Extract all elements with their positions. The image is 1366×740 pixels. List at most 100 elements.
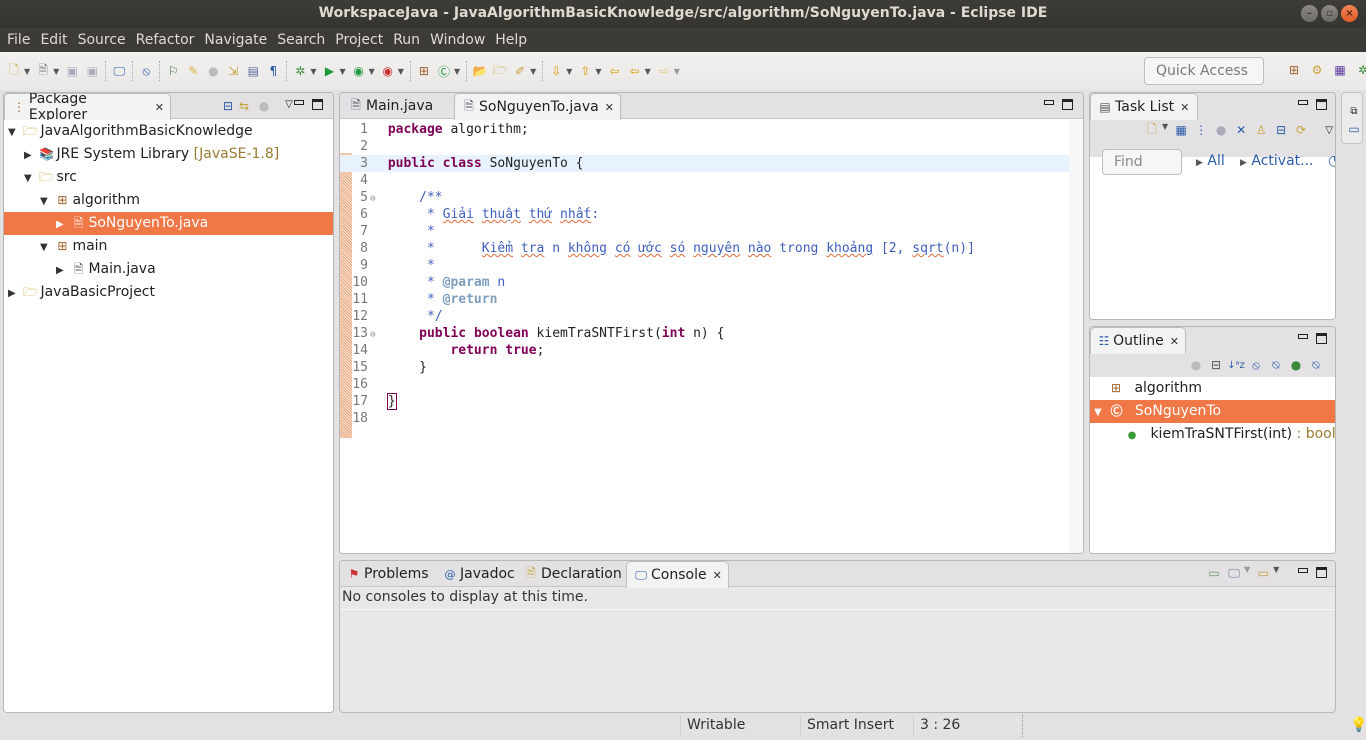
code-line[interactable]: 11 * @return xyxy=(340,291,1083,308)
next-annotation-dropdown-arrow[interactable]: ▼ xyxy=(566,67,572,76)
back-icon[interactable]: ⇦ xyxy=(627,63,643,79)
expand-arrow-icon[interactable]: ▼ xyxy=(8,121,18,144)
new-class-icon[interactable]: Ⓒ xyxy=(436,63,452,79)
tab-main-java[interactable]: 🗎 Main.java xyxy=(342,93,439,119)
categorized-icon[interactable]: ▦ xyxy=(1173,122,1189,138)
maximize-icon[interactable] xyxy=(1316,567,1327,578)
close-tab-icon[interactable]: ✕ xyxy=(605,101,614,114)
help-icon[interactable]: ◔ xyxy=(1328,153,1335,169)
maximize-icon[interactable] xyxy=(312,99,323,110)
synchronize-icon[interactable]: ⟳ xyxy=(1293,122,1309,138)
menu-refactor[interactable]: Refactor xyxy=(131,28,200,52)
collapse-all-icon[interactable]: ⊟ xyxy=(1273,122,1289,138)
tree-item-main-java[interactable]: ▶ 🗎 Main.java xyxy=(4,258,333,281)
java-perspective-icon[interactable]: ▦ xyxy=(1332,62,1348,78)
forward-icon[interactable]: ⇨ xyxy=(656,63,672,79)
view-menu-icon[interactable]: ▽ xyxy=(1332,357,1335,373)
outline-item-package[interactable]: ⊞ algorithm xyxy=(1090,377,1335,400)
maximize-window-button[interactable]: ▫ xyxy=(1321,5,1338,22)
tab-outline[interactable]: ☷ Outline ✕ xyxy=(1090,327,1186,354)
focus-icon[interactable]: ● xyxy=(1188,357,1204,373)
code-line[interactable]: 16 xyxy=(340,376,1083,393)
menu-file[interactable]: File xyxy=(2,28,35,52)
task-find-input[interactable]: Find xyxy=(1102,149,1182,175)
minimize-icon[interactable] xyxy=(1298,100,1308,105)
editor-area-icon[interactable]: ▭ xyxy=(1346,121,1362,137)
tip-lightbulb-icon[interactable]: 💡 xyxy=(1350,717,1366,733)
menu-search[interactable]: Search xyxy=(272,28,330,52)
code-line[interactable]: 3 public class SoNguyenTo { xyxy=(340,155,1083,172)
collapse-all-icon[interactable]: ⊟ xyxy=(220,98,236,114)
code-line[interactable]: 13 ⊖ public boolean kiemTraSNTFirst(int n… xyxy=(340,325,1083,342)
new-task-dropdown-arrow[interactable]: ▼ xyxy=(1162,122,1168,138)
tree-item-project[interactable]: ▼ 🗁 JavaAlgorithmBasicKnowledge xyxy=(4,120,333,143)
expand-arrow-icon[interactable]: ▼ xyxy=(24,167,34,190)
code-line[interactable]: 18 xyxy=(340,410,1083,427)
restore-icon[interactable]: ⧉ xyxy=(1346,103,1362,119)
code-editor[interactable]: 1 package algorithm; 2 3 public class SoN… xyxy=(340,120,1083,553)
save-icon[interactable]: ▣ xyxy=(64,63,80,79)
collapse-arrow-icon[interactable]: ▶ xyxy=(56,213,66,236)
new-task-icon[interactable]: 🗋 xyxy=(1144,122,1160,138)
code-line[interactable]: 14 return true; xyxy=(340,342,1083,359)
maximize-icon[interactable] xyxy=(1316,333,1327,344)
show-whitespace-icon[interactable]: ¶ xyxy=(265,63,281,79)
tree-item-package-algorithm[interactable]: ▼ ⊞ algorithm xyxy=(4,189,333,212)
external-tools-icon[interactable]: ◉ xyxy=(380,63,396,79)
previous-annotation-dropdown-arrow[interactable]: ▼ xyxy=(595,67,601,76)
java-ee-perspective-icon[interactable]: ⚙ xyxy=(1309,62,1325,78)
filter-all-link[interactable]: ▶ All xyxy=(1196,153,1225,169)
skip-breakpoints-icon[interactable]: ⦸ xyxy=(138,63,154,79)
run-dropdown-arrow[interactable]: ▼ xyxy=(339,67,345,76)
quick-access-input[interactable]: Quick Access xyxy=(1144,57,1264,85)
hide-fields-icon[interactable]: ⦸ xyxy=(1248,357,1264,373)
menu-source[interactable]: Source xyxy=(73,28,131,52)
hide-completed-icon[interactable]: ✕ xyxy=(1233,122,1249,138)
overview-ruler[interactable] xyxy=(1069,120,1083,553)
tab-package-explorer[interactable]: ⋮ Package Explorer ✕ xyxy=(4,93,171,123)
menu-navigate[interactable]: Navigate xyxy=(199,28,272,52)
close-tab-icon[interactable]: ✕ xyxy=(1170,335,1179,348)
back-dropdown-arrow[interactable]: ▼ xyxy=(645,67,651,76)
minimize-window-button[interactable]: – xyxy=(1301,5,1318,22)
hide-static-icon[interactable]: ⍉ xyxy=(1268,357,1284,373)
close-window-button[interactable]: × xyxy=(1341,5,1358,22)
block-select-icon[interactable]: ▤ xyxy=(245,63,261,79)
next-annotation-down-icon[interactable]: ⇩ xyxy=(548,63,564,79)
new-icon[interactable]: 🗋 xyxy=(6,63,22,79)
menu-help[interactable]: Help xyxy=(490,28,532,52)
menu-project[interactable]: Project xyxy=(330,28,388,52)
tree-item-javabasicproject[interactable]: ▶ 🗁 JavaBasicProject xyxy=(4,281,333,304)
code-line[interactable]: 12 */ xyxy=(340,308,1083,325)
external-tools-dropdown-arrow[interactable]: ▼ xyxy=(398,67,404,76)
collapse-arrow-icon[interactable]: ▶ xyxy=(24,144,34,167)
sort-icon[interactable]: ↓ᵃz xyxy=(1227,357,1245,373)
tree-item-src[interactable]: ▼ 🗁 src xyxy=(4,166,333,189)
new-file-icon[interactable]: 🗎 xyxy=(35,63,51,79)
code-line[interactable]: 7 * xyxy=(340,223,1083,240)
code-line[interactable]: 9 * xyxy=(340,257,1083,274)
collapse-arrow-icon[interactable]: ▶ xyxy=(56,259,66,282)
view-menu-icon[interactable]: ▽ xyxy=(1321,122,1335,138)
tree-item-jre-library[interactable]: ▶ 📚 JRE System Library [JavaSE-1.8] xyxy=(4,143,333,166)
outline-item-method[interactable]: ● kiemTraSNTFirst(int) : boole xyxy=(1090,423,1335,446)
activate-task-link[interactable]: ▶ Activat... xyxy=(1240,153,1314,169)
open-console-icon[interactable]: ▭ xyxy=(1255,565,1271,581)
run-icon[interactable]: ▶ xyxy=(321,63,337,79)
code-line[interactable]: 4 xyxy=(340,172,1083,189)
maximize-icon[interactable] xyxy=(1062,99,1073,110)
status-insert-mode[interactable]: Smart Insert xyxy=(807,717,894,733)
close-tab-icon[interactable]: ✕ xyxy=(1180,101,1189,114)
menu-run[interactable]: Run xyxy=(388,28,425,52)
code-line[interactable]: 17 } xyxy=(340,393,1083,410)
forward-dropdown-arrow[interactable]: ▼ xyxy=(674,67,680,76)
new-dropdown-arrow[interactable]: ▼ xyxy=(24,67,30,76)
menu-edit[interactable]: Edit xyxy=(35,28,72,52)
open-folder-icon[interactable]: 🗁 xyxy=(492,63,508,79)
minimize-icon[interactable] xyxy=(1044,100,1054,105)
open-console-dropdown-arrow[interactable]: ▼ xyxy=(1273,565,1279,581)
code-line[interactable]: 10 * @param n xyxy=(340,274,1083,291)
display-console-dropdown-arrow[interactable]: ▼ xyxy=(1244,565,1250,581)
tab-declaration[interactable]: 🗎 Declaration xyxy=(517,561,628,587)
toggle-mark-icon[interactable]: ● xyxy=(205,63,221,79)
